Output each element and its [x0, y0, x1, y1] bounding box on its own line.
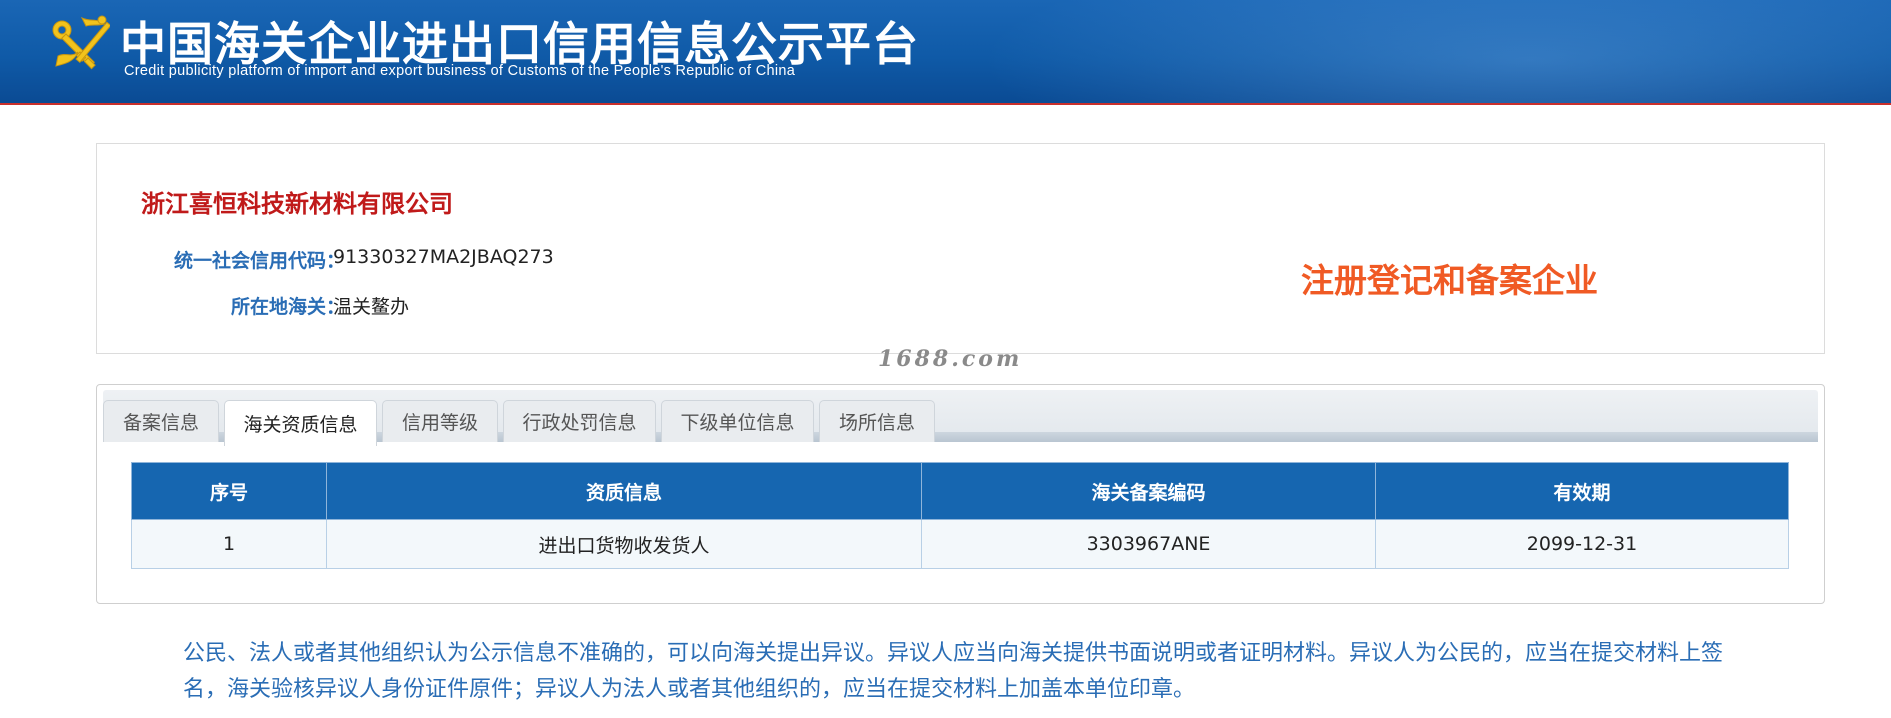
detail-tab-panel: 备案信息 海关资质信息 信用等级 行政处罚信息 下级单位信息 场所信息 序号 资… [96, 384, 1825, 604]
col-header-valid-until: 有效期 [1375, 462, 1789, 520]
cell-index: 1 [131, 519, 327, 569]
tab-premises-info[interactable]: 场所信息 [819, 400, 935, 442]
header-sheen [980, 0, 1891, 105]
col-header-customs-code: 海关备案编码 [921, 462, 1376, 520]
col-header-index: 序号 [131, 462, 327, 520]
customs-value: 温关鳌办 [333, 296, 410, 318]
company-name: 浙江喜恒科技新材料有限公司 [141, 190, 453, 218]
tab-strip: 备案信息 海关资质信息 信用等级 行政处罚信息 下级单位信息 场所信息 [103, 390, 1818, 446]
col-header-qualification: 资质信息 [326, 462, 922, 520]
registration-status-stamp: 注册登记和备案企业 [1301, 261, 1598, 300]
watermark: 1688.com [878, 346, 1023, 372]
header-red-divider [0, 103, 1891, 105]
credit-code-value: 91330327MA2JBAQ273 [333, 246, 554, 268]
site-subtitle: Credit publicity platform of import and … [124, 63, 796, 79]
tab-customs-qualification[interactable]: 海关资质信息 [224, 400, 377, 446]
tab-administrative-penalty[interactable]: 行政处罚信息 [503, 400, 656, 442]
table-row: 1 进出口货物收发货人 3303967ANE 2099-12-31 [131, 519, 1789, 569]
credit-code-label: 统一社会信用代码： [173, 250, 345, 272]
site-header: 中国海关企业进出口信用信息公示平台 Credit publicity platf… [0, 0, 1891, 105]
tab-filing-info[interactable]: 备案信息 [103, 400, 219, 442]
customs-emblem-icon[interactable] [44, 12, 110, 78]
table-header-row: 序号 资质信息 海关备案编码 有效期 [131, 462, 1789, 520]
customs-label: 所在地海关： [230, 296, 345, 318]
company-info-card: 浙江喜恒科技新材料有限公司 统一社会信用代码： 91330327MA2JBAQ2… [96, 143, 1825, 354]
tab-subordinate-units[interactable]: 下级单位信息 [661, 400, 814, 442]
cell-qualification: 进出口货物收发货人 [326, 519, 922, 569]
tab-credit-rating[interactable]: 信用等级 [382, 400, 498, 442]
cell-valid-until: 2099-12-31 [1375, 519, 1789, 569]
cell-customs-code: 3303967ANE [921, 519, 1376, 569]
qualification-table: 序号 资质信息 海关备案编码 有效期 1 进出口货物收发货人 3303967AN… [131, 462, 1789, 569]
objection-notice: 公民、法人或者其他组织认为公示信息不准确的，可以向海关提出异议。异议人应当向海关… [183, 641, 1724, 702]
